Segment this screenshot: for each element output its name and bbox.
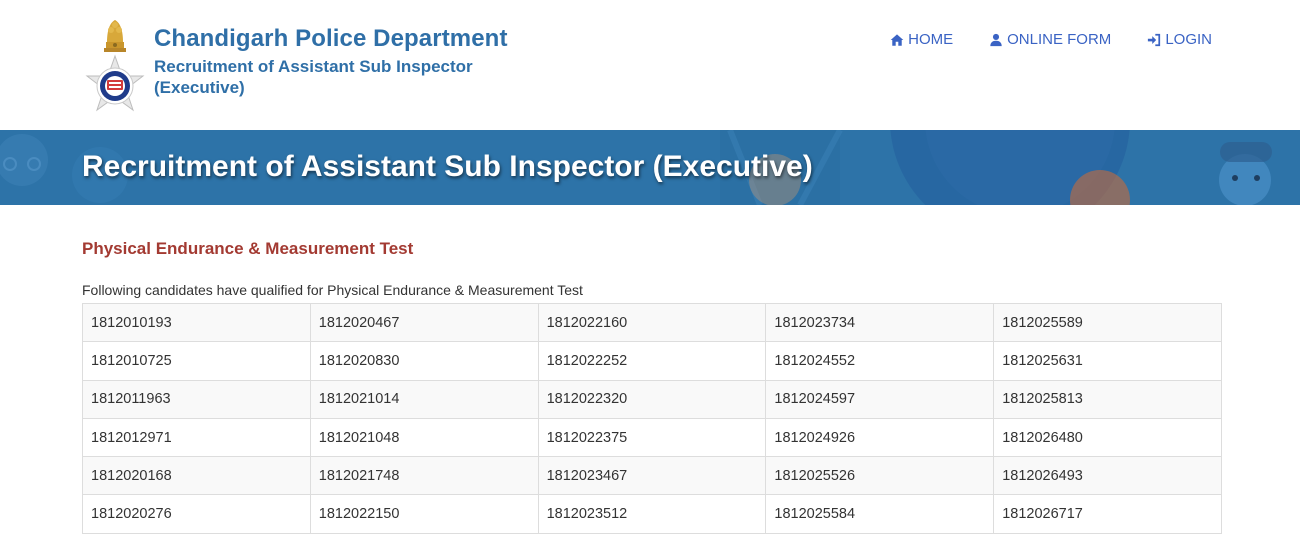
table-cell: 1812010725 xyxy=(82,341,311,381)
table-cell: 1812023734 xyxy=(765,302,995,343)
table-cell: 1812025526 xyxy=(765,456,995,496)
nav-online-form-label: ONLINE FORM xyxy=(1007,31,1112,48)
table-cell: 1812020830 xyxy=(309,341,539,381)
nav-home-label: HOME xyxy=(908,31,954,48)
page-banner: Recruitment of Assistant Sub Inspector (… xyxy=(0,130,1300,205)
table-cell: 1812020467 xyxy=(309,302,539,343)
home-icon xyxy=(890,33,904,47)
table-cell: 1812026493 xyxy=(993,456,1222,496)
site-title[interactable]: Chandigarh Police Department xyxy=(154,24,514,54)
table-cell: 1812022375 xyxy=(537,417,767,458)
table-cell: 1812010193 xyxy=(82,302,311,343)
intro-text: Following candidates have qualified for … xyxy=(82,282,583,298)
table-cell: 1812021014 xyxy=(309,379,539,419)
main-nav: HOME ONLINE FORM LOGIN xyxy=(890,30,1212,50)
site-subtitle-line-2: (Executive) xyxy=(154,78,245,97)
table-cell: 1812020276 xyxy=(82,494,311,534)
table-row: 1812020168 1812021748 1812023467 1812025… xyxy=(82,456,1222,496)
banner-title: Recruitment of Assistant Sub Inspector (… xyxy=(82,150,813,183)
user-icon xyxy=(989,33,1003,47)
table-cell: 1812022320 xyxy=(537,379,767,419)
table-cell: 1812025584 xyxy=(765,494,995,534)
table-row: 1812010193 1812020467 1812022160 1812023… xyxy=(82,302,1222,343)
table-row: 1812010725 1812020830 1812022252 1812024… xyxy=(82,341,1222,381)
table-cell: 1812026480 xyxy=(993,417,1222,458)
table-cell: 1812023512 xyxy=(537,494,767,534)
nav-online-form-link[interactable]: ONLINE FORM xyxy=(989,30,1111,50)
qualified-candidates-table: 1812010193 1812020467 1812022160 1812023… xyxy=(82,302,1222,534)
table-row: 1812020276 1812022150 1812023512 1812025… xyxy=(82,494,1222,534)
table-cell: 1812022252 xyxy=(537,341,767,381)
brand: Chandigarh Police Department Recruitment… xyxy=(154,24,514,98)
table-cell: 1812024597 xyxy=(765,379,995,419)
section-title: Physical Endurance & Measurement Test xyxy=(82,239,414,258)
table-cell: 1812023467 xyxy=(537,456,767,496)
table-cell: 1812025631 xyxy=(993,341,1222,381)
table-cell: 1812026717 xyxy=(993,494,1222,534)
table-cell: 1812022160 xyxy=(537,302,767,343)
site-header: Chandigarh Police Department Recruitment… xyxy=(0,0,1300,130)
table-cell: 1812020168 xyxy=(82,456,311,496)
table-cell: 1812011963 xyxy=(82,379,311,419)
nav-home-link[interactable]: HOME xyxy=(890,30,953,50)
table-cell: 1812022150 xyxy=(309,494,539,534)
table-row: 1812012971 1812021048 1812022375 1812024… xyxy=(82,417,1222,458)
table-cell: 1812021048 xyxy=(309,417,539,458)
nav-login-link[interactable]: LOGIN xyxy=(1147,30,1212,50)
nav-login-label: LOGIN xyxy=(1165,31,1212,48)
site-subtitle-line-1: Recruitment of Assistant Sub Inspector xyxy=(154,57,473,76)
table-row: 1812011963 1812021014 1812022320 1812024… xyxy=(82,379,1222,419)
table-cell: 1812012971 xyxy=(82,417,311,458)
police-emblem-icon[interactable] xyxy=(82,14,148,114)
table-cell: 1812024552 xyxy=(765,341,995,381)
table-cell: 1812021748 xyxy=(309,456,539,496)
table-cell: 1812024926 xyxy=(765,417,995,458)
table-cell: 1812025813 xyxy=(993,379,1222,419)
sign-in-icon xyxy=(1147,33,1161,47)
table-cell: 1812025589 xyxy=(993,302,1222,343)
